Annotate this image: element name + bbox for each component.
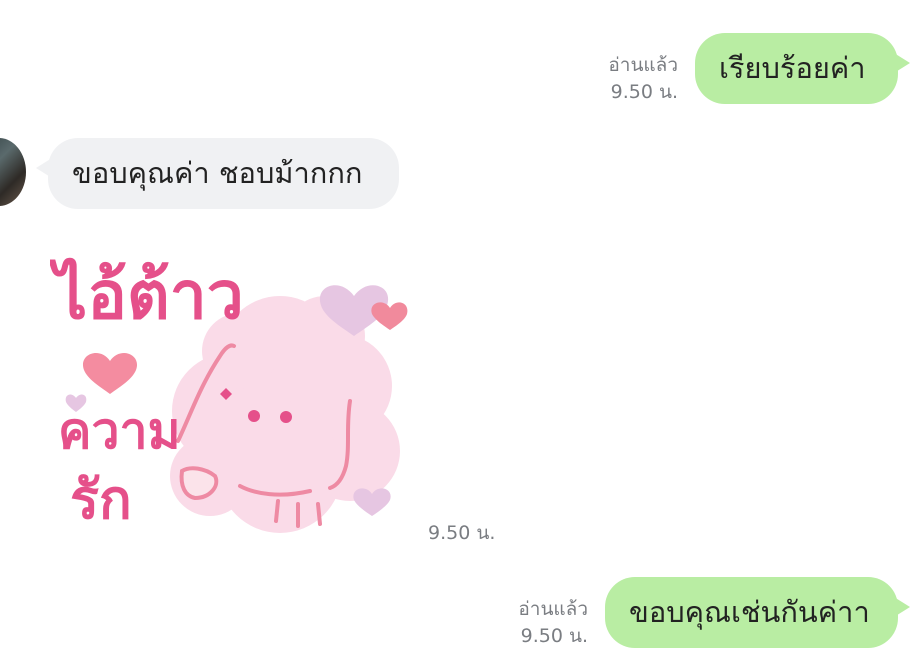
sticker-lettering-3: รัก (70, 468, 132, 531)
incoming-message-bubble[interactable]: ขอบคุณค่า ชอบม้ากกก (36, 138, 399, 209)
message-time: 9.50 น. (610, 81, 678, 103)
outgoing-message-bubble[interactable]: ขอบคุณเช่นกันค่าา (605, 577, 910, 648)
sticker-lettering-1: ไอ้ต้าว (50, 257, 244, 334)
message-text: เรียบร้อยค่า (719, 51, 866, 85)
message-text: ขอบคุณเช่นกันค่าา (629, 595, 870, 629)
read-label: อ่านแล้ว (608, 54, 678, 76)
outgoing-message-bubble[interactable]: เรียบร้อยค่า (695, 33, 910, 104)
sticker-lettering-2: ความ (58, 402, 181, 460)
chat-thread: อ่านแล้ว 9.50 น. เรียบร้อยค่า ขอบคุณค่า … (0, 0, 916, 659)
read-receipt: อ่านแล้ว 9.50 น. (470, 596, 588, 650)
read-receipt: อ่านแล้ว 9.50 น. (560, 52, 678, 106)
avatar[interactable] (0, 138, 26, 206)
message-time: 9.50 น. (520, 625, 588, 647)
message-time: 9.50 น. (428, 522, 496, 544)
read-label: อ่านแล้ว (518, 598, 588, 620)
sticker-image[interactable]: ไอ้ต้าว ความ รัก (50, 236, 412, 536)
message-text: ขอบคุณค่า ชอบม้ากกก (72, 156, 363, 190)
